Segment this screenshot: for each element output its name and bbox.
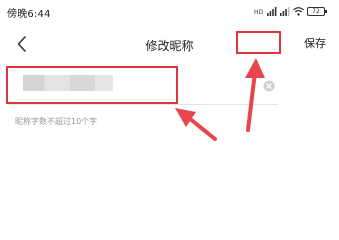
battery-level: 72 (312, 7, 320, 15)
status-time: 傍晚6:44 (7, 9, 51, 20)
annotation-box-input (6, 66, 178, 104)
back-button[interactable] (14, 34, 32, 54)
status-icons: HD 72 (254, 6, 327, 16)
annotation-box-save (236, 31, 281, 54)
signal-icon (280, 6, 290, 16)
page-title: 修改昵称 (145, 39, 194, 53)
hd-icon: HD (254, 9, 264, 16)
wifi-icon (293, 6, 304, 16)
clear-circle-icon (263, 80, 275, 92)
chevron-left-icon (17, 36, 26, 52)
save-button[interactable]: 保存 (304, 35, 326, 51)
clear-button[interactable] (263, 77, 275, 92)
arrow-to-input (175, 108, 217, 141)
signal-icon (267, 6, 277, 16)
status-bar: 傍晚6:44 HD 72 (0, 0, 339, 22)
battery-icon: 72 (307, 6, 327, 16)
input-divider (8, 104, 278, 105)
nav-bar: 修改昵称 保存 (0, 28, 339, 60)
svg-text:HD: HD (254, 9, 264, 16)
nickname-hint: 昵称字数不超过10个字 (15, 117, 98, 126)
